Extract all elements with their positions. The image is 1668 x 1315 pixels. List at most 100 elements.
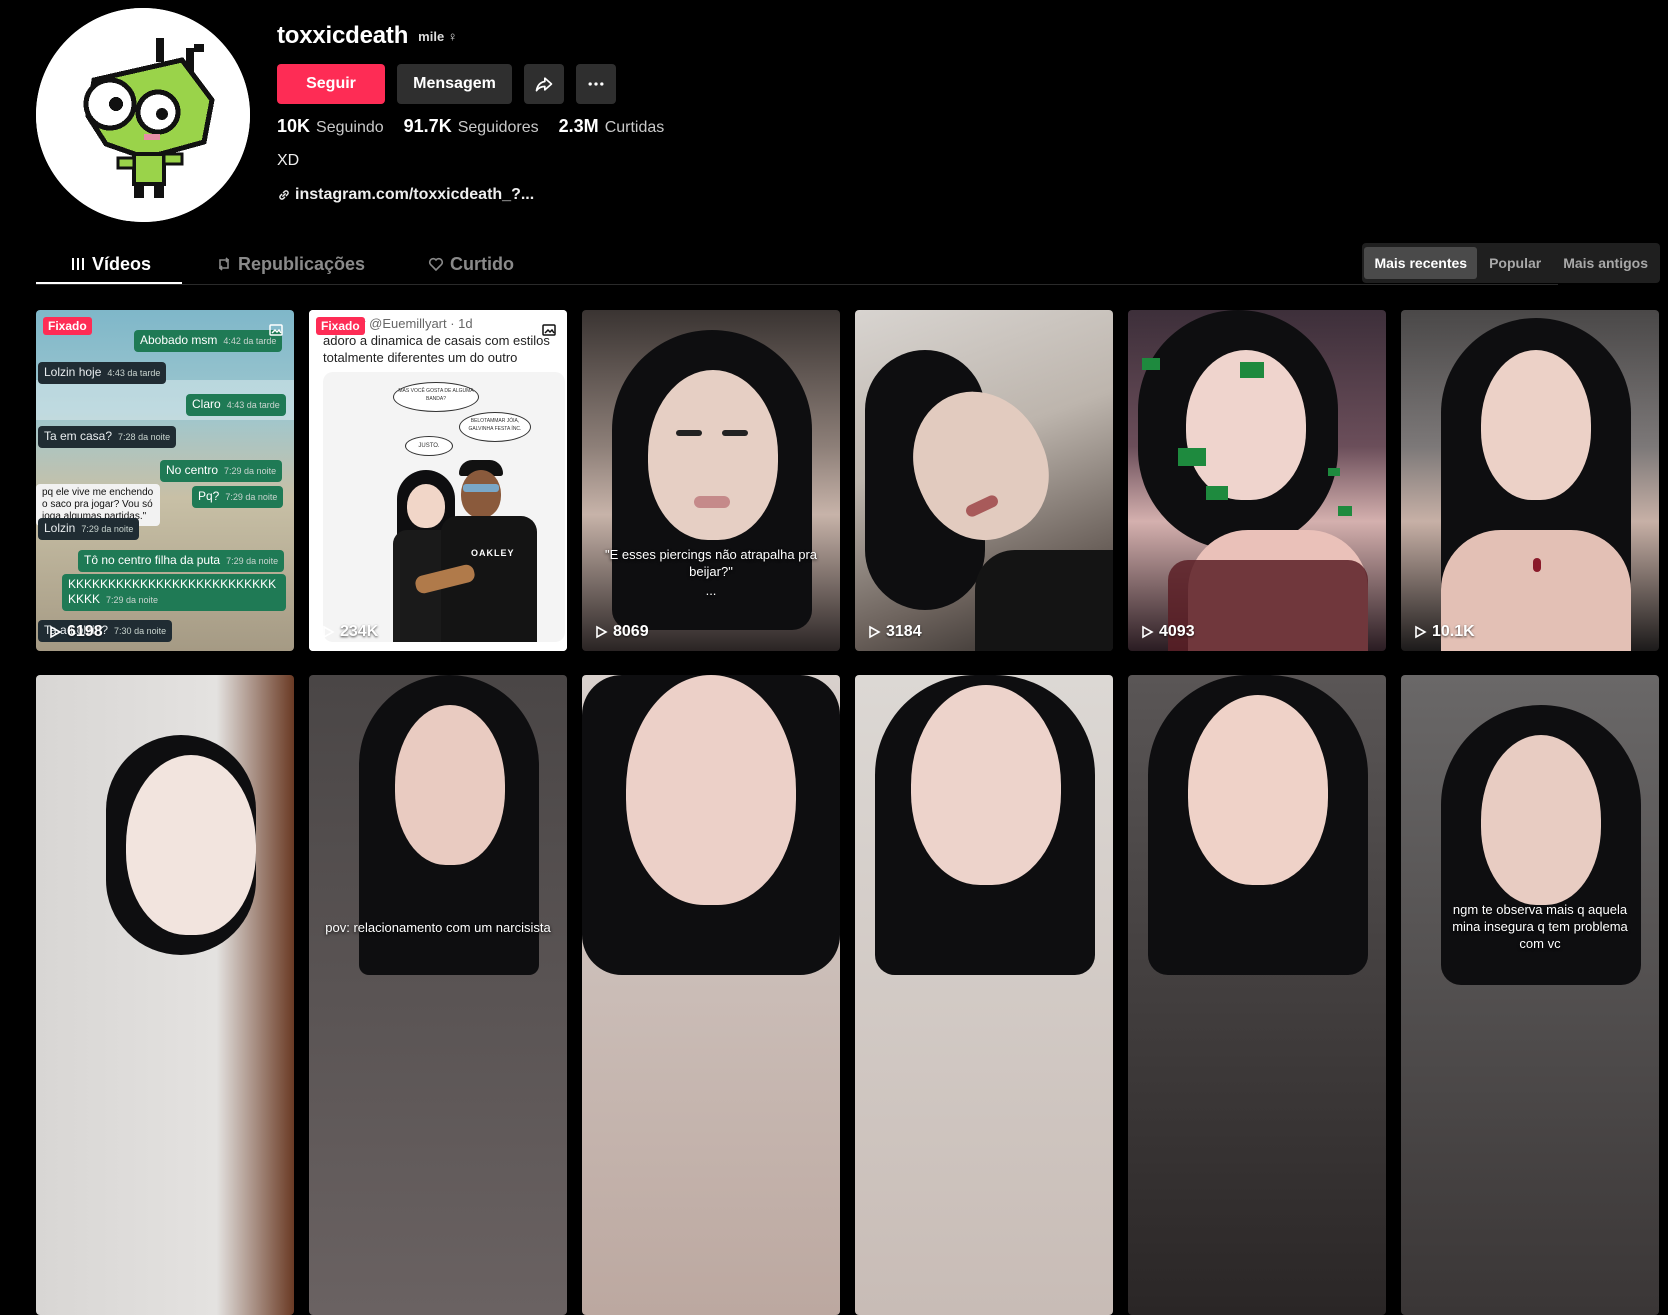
view-count: 234K — [321, 623, 378, 641]
share-button[interactable] — [524, 64, 564, 104]
play-icon — [1415, 625, 1427, 639]
profile-stats: 10K Seguindo 91.7K Seguidores 2.3M Curti… — [277, 116, 664, 137]
chat-bubble: Tô no centro filha da puta 7:29 da noite — [78, 550, 285, 572]
tab-label: Vídeos — [92, 253, 152, 274]
link-icon — [279, 190, 289, 200]
play-icon — [323, 625, 335, 639]
video-caption: ngm te observa mais q aquela mina insegu… — [1452, 902, 1628, 951]
tab-label: Republicações — [238, 253, 366, 274]
video-card[interactable]: y @Euemillyart · 1d adoro a dinamica de … — [309, 310, 567, 651]
stat-label: Seguindo — [316, 119, 384, 136]
chat-bubble: Abobado msm 4:42 da tarde — [134, 330, 283, 352]
video-card[interactable] — [1128, 675, 1386, 1315]
sort-recent[interactable]: Mais recentes — [1364, 247, 1478, 279]
video-thumbnail: y @Euemillyart · 1d adoro a dinamica de … — [309, 310, 567, 651]
flag-icon — [1206, 486, 1228, 500]
avatar[interactable] — [36, 8, 250, 222]
video-card[interactable] — [582, 675, 840, 1315]
video-caption: pov: relacionamento com um narcisista — [325, 920, 551, 935]
video-thumbnail — [1401, 310, 1659, 651]
video-caption: "E esses piercings não atrapalha pra bei… — [604, 547, 818, 579]
stat-likes: 2.3M Curtidas — [559, 116, 665, 137]
video-card[interactable] — [36, 675, 294, 1315]
stat-value: 10K — [277, 116, 311, 136]
stat-value: 91.7K — [403, 116, 452, 136]
more-button[interactable] — [576, 64, 616, 104]
chat-bubble: Ta em casa? 7:28 da noite — [38, 426, 177, 448]
play-icon — [50, 625, 62, 639]
stat-value: 2.3M — [558, 116, 599, 136]
video-card[interactable]: 3184 — [855, 310, 1113, 651]
video-card[interactable]: "E esses piercings não atrapalha pra bei… — [582, 310, 840, 651]
video-card[interactable]: pov: relacionamento com um narcisista — [309, 675, 567, 1315]
chat-bubble: No centro 7:29 da noite — [160, 460, 283, 482]
chat-bubble: Lolzin 7:29 da noite — [38, 518, 140, 540]
grid-icon — [72, 258, 84, 270]
video-card[interactable] — [855, 675, 1113, 1315]
flag-icon — [1142, 358, 1160, 370]
profile-tabs: Vídeos Republicações Curtido — [36, 244, 1558, 285]
stat-following[interactable]: 10K Seguindo — [277, 116, 384, 137]
username-row: toxxicdeath mile ♀ — [277, 20, 458, 52]
video-thumbnail — [582, 310, 840, 651]
follow-button[interactable]: Seguir — [277, 64, 385, 104]
flag-icon — [1240, 362, 1264, 378]
flag-icon — [1178, 448, 1206, 466]
view-count: 6198 — [48, 623, 103, 641]
post-header: y @Euemillyart · 1d — [359, 316, 473, 331]
view-count: 10.1K — [1413, 623, 1475, 641]
heart-icon — [428, 257, 444, 272]
avatar-image — [36, 8, 250, 222]
chat-bubble: KKKKKKKKKKKKKKKKKKKKKKKKKKKKKK 7:29 da no… — [62, 574, 286, 611]
tab-reposts[interactable]: Republicações — [216, 244, 365, 284]
play-icon — [869, 625, 881, 639]
tab-videos[interactable]: Vídeos — [70, 244, 151, 284]
post-text: adoro a dinamica de casais com estilos t… — [323, 333, 550, 365]
video-card[interactable]: 10.1K — [1401, 310, 1659, 651]
video-card[interactable]: 4093 — [1128, 310, 1386, 651]
video-thumbnail — [1128, 310, 1386, 651]
stat-label: Seguidores — [457, 119, 539, 136]
video-thumbnail — [1128, 675, 1386, 1315]
stat-label: Curtidas — [604, 119, 665, 136]
profile-link[interactable]: instagram.com/toxxicdeath_?... — [277, 186, 534, 204]
profile-link-text: instagram.com/toxxicdeath_?... — [295, 186, 535, 203]
tab-active-indicator — [36, 282, 182, 284]
video-thumbnail — [582, 675, 840, 1315]
view-count: 3184 — [867, 623, 922, 641]
photo-mode-icon — [542, 324, 556, 336]
tab-label: Curtido — [450, 253, 514, 274]
chat-bubble: Claro 4:43 da tarde — [186, 394, 286, 416]
sort-oldest[interactable]: Mais antigos — [1553, 247, 1658, 279]
username: toxxicdeath — [277, 22, 409, 49]
video-thumbnail — [1401, 675, 1659, 1315]
video-grid-row: pov: relacionamento com um narcisista ng… — [36, 675, 1660, 1315]
pinned-badge: Fixado — [43, 317, 92, 335]
video-thumbnail — [855, 675, 1113, 1315]
flag-icon — [1338, 506, 1352, 516]
stat-followers[interactable]: 91.7K Seguidores — [404, 116, 539, 137]
more-icon — [588, 82, 604, 86]
message-button[interactable]: Mensagem — [397, 64, 512, 104]
photo-mode-icon — [269, 324, 283, 336]
video-card[interactable]: ngm te observa mais q aquela mina insegu… — [1401, 675, 1659, 1315]
repost-icon — [218, 257, 230, 271]
view-count: 8069 — [594, 623, 649, 641]
flag-icon — [1328, 468, 1340, 476]
video-grid: Abobado msm 4:42 da tarde Lolzin hoje 4:43… — [36, 310, 1660, 651]
username-badge: mile ♀ — [418, 28, 458, 44]
pinned-badge: Fixado — [316, 317, 365, 335]
sort-popular[interactable]: Popular — [1479, 247, 1551, 279]
view-count: 4093 — [1140, 623, 1195, 641]
tab-liked[interactable]: Curtido — [428, 244, 514, 284]
video-thumbnail — [309, 675, 567, 1315]
play-icon — [596, 625, 608, 639]
video-thumbnail — [36, 675, 294, 1315]
play-icon — [1142, 625, 1154, 639]
video-card[interactable]: Abobado msm 4:42 da tarde Lolzin hoje 4:43… — [36, 310, 294, 651]
sort-toggle: Mais recentes Popular Mais antigos — [1362, 243, 1660, 283]
profile-bio: XD — [277, 152, 300, 169]
profile-actions: Seguir Mensagem — [277, 64, 616, 104]
video-thumbnail — [855, 310, 1113, 651]
chat-bubble: Pq? 7:29 da noite — [192, 486, 284, 508]
